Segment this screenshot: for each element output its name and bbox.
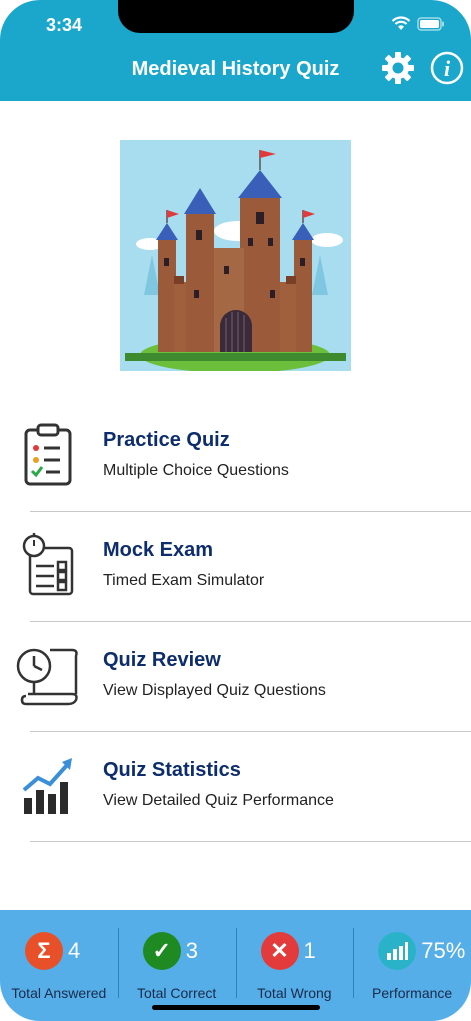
- settings-button[interactable]: [381, 51, 415, 85]
- menu-item-quiz-review[interactable]: Quiz Review View Displayed Quiz Question…: [0, 622, 471, 732]
- menu-item-title: Quiz Review: [103, 649, 221, 671]
- bars-glyph: [387, 942, 409, 960]
- menu-item-subtitle: Timed Exam Simulator: [103, 572, 265, 589]
- menu-item-subtitle: View Displayed Quiz Questions: [103, 682, 326, 699]
- stopwatch-checklist-icon: [22, 533, 74, 596]
- device-notch: [118, 0, 354, 33]
- sigma-icon: Σ: [25, 932, 63, 970]
- menu-item-practice-quiz[interactable]: Practice Quiz Multiple Choice Questions: [0, 402, 471, 512]
- stat-performance[interactable]: 75% Performance: [353, 910, 471, 1021]
- stat-total-answered[interactable]: Σ 4 Total Answered: [0, 910, 118, 1021]
- home-indicator[interactable]: [152, 1005, 320, 1010]
- checkmark-icon: ✓: [142, 932, 181, 970]
- gear-icon: [382, 52, 414, 84]
- stat-label: Performance: [372, 985, 453, 1001]
- menu-item-title: Quiz Statistics: [103, 759, 241, 781]
- main-menu: Practice Quiz Multiple Choice Questions …: [0, 402, 471, 842]
- app-header: 3:34 Medieval History Quiz i: [0, 0, 471, 101]
- wifi-icon: [391, 16, 411, 30]
- menu-item-title: Practice Quiz: [103, 429, 230, 451]
- castle-illustration: [120, 140, 351, 371]
- menu-item-mock-exam[interactable]: Mock Exam Timed Exam Simulator: [0, 512, 471, 622]
- bar-chart-trend-icon: [22, 758, 72, 814]
- clock-scroll-icon: [16, 648, 78, 706]
- menu-item-subtitle: Multiple Choice Questions: [103, 462, 289, 479]
- battery-icon: [417, 16, 444, 31]
- stat-label: Total Correct: [136, 985, 217, 1001]
- stat-value: 3: [185, 938, 198, 963]
- stat-label: Total Answered: [11, 985, 107, 1001]
- info-icon: i: [430, 51, 464, 85]
- status-time: 3:34: [46, 15, 83, 35]
- svg-text:i: i: [444, 56, 451, 81]
- menu-divider: [30, 841, 471, 842]
- stat-value: 1: [303, 938, 316, 963]
- info-button[interactable]: i: [430, 51, 464, 85]
- menu-item-subtitle: View Detailed Quiz Performance: [103, 792, 334, 809]
- stat-label: Total Wrong: [257, 985, 332, 1001]
- stat-value: 4: [68, 938, 81, 963]
- clipboard-checklist-icon: [24, 423, 72, 486]
- cross-icon: ✕: [260, 932, 299, 970]
- stat-value: 75%: [421, 938, 466, 963]
- status-icons: [391, 16, 445, 31]
- menu-item-title: Mock Exam: [103, 539, 214, 561]
- menu-item-quiz-statistics[interactable]: Quiz Statistics View Detailed Quiz Perfo…: [0, 732, 471, 842]
- performance-chart-icon: [378, 932, 417, 970]
